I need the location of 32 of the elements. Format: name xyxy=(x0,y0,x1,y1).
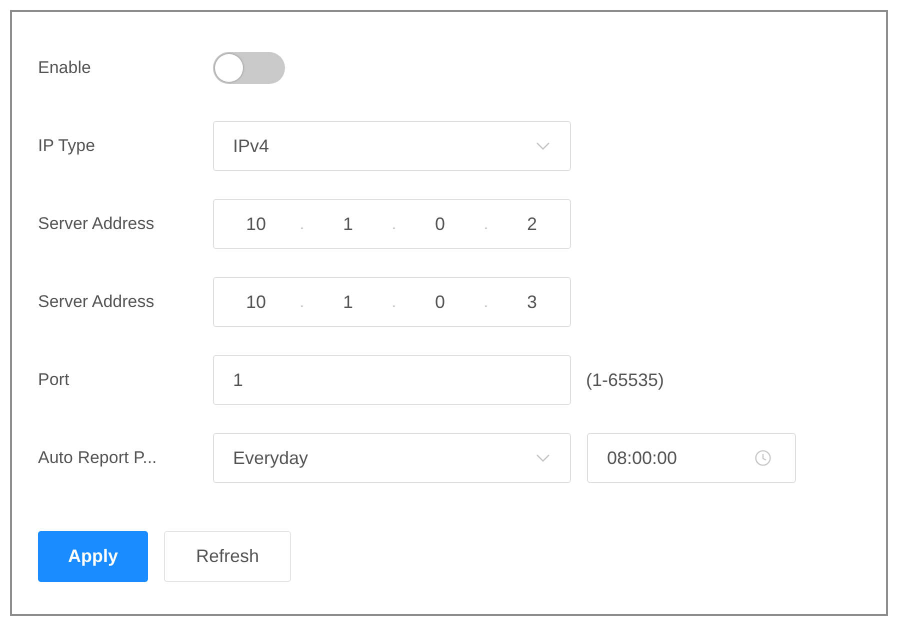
chevron-down-icon xyxy=(536,454,550,462)
octet-separator: . xyxy=(392,214,396,234)
field-label: Auto Report P... xyxy=(38,447,158,470)
field-label: Enable xyxy=(38,57,92,80)
clock-icon xyxy=(755,450,771,466)
ip-type-select[interactable]: IPv4 xyxy=(213,121,571,171)
port-range-hint: (1-65535) xyxy=(586,368,664,392)
enable-toggle[interactable] xyxy=(213,52,285,84)
field-label: IP Type xyxy=(38,135,96,158)
ip-octet: 2 xyxy=(526,212,538,236)
ip-octet: 10 xyxy=(244,290,268,314)
field-label: Server Address xyxy=(38,213,156,236)
ip-octet: 0 xyxy=(434,212,446,236)
octet-separator: . xyxy=(484,292,488,312)
octet-separator: . xyxy=(484,214,488,234)
octet-separator: . xyxy=(392,292,396,312)
port-field[interactable]: 1 xyxy=(213,355,571,405)
ip-octet: 1 xyxy=(342,212,354,236)
refresh-button[interactable]: Refresh xyxy=(164,531,291,582)
server-address-field[interactable]: 10 . 1 . 0 . 2 xyxy=(213,199,571,249)
field-label: Port xyxy=(38,369,70,392)
ip-octet: 1 xyxy=(342,290,354,314)
ip-octet: 3 xyxy=(526,290,538,314)
time-field[interactable]: 08:00:00 xyxy=(587,433,796,483)
octet-separator: . xyxy=(300,214,304,234)
ip-octet: 10 xyxy=(244,212,268,236)
octet-separator: . xyxy=(300,292,304,312)
chevron-down-icon xyxy=(536,142,550,150)
server-address-field[interactable]: 10 . 1 . 0 . 3 xyxy=(213,277,571,327)
period-select[interactable]: Everyday xyxy=(213,433,571,483)
field-label: Server Address xyxy=(38,291,156,314)
ip-octet: 0 xyxy=(434,290,446,314)
